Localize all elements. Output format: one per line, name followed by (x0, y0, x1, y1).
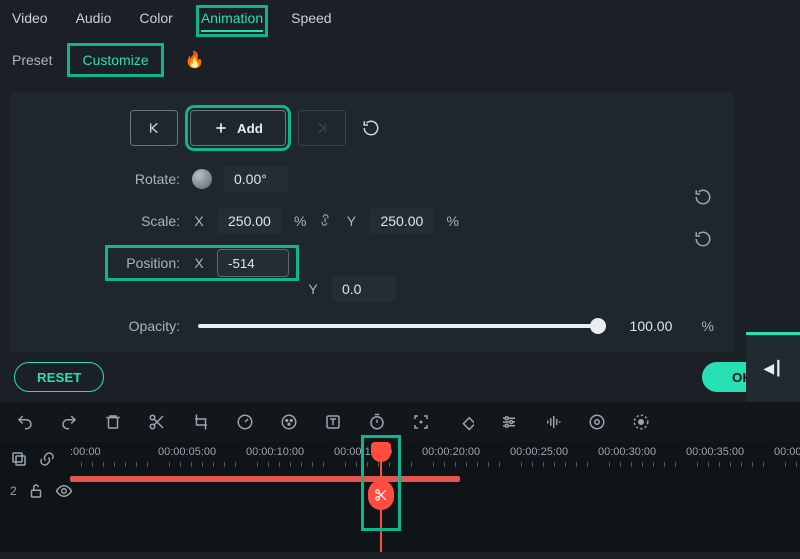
rotate-row: Rotate: 0.00° (110, 166, 714, 192)
copy-icon[interactable] (10, 450, 28, 468)
tab-speed[interactable]: Speed (291, 10, 331, 32)
crop-icon[interactable] (192, 413, 210, 431)
text-icon[interactable] (324, 413, 342, 431)
audio-icon[interactable] (544, 413, 562, 431)
opacity-row: Opacity: 100.00 % (110, 318, 714, 334)
tab-video[interactable]: Video (12, 10, 48, 32)
add-keyframe-button[interactable]: Add (190, 110, 286, 146)
animation-panel: Add Rotate: 0.00° Scale: X 250.00 % Y 25… (10, 92, 734, 352)
ruler-tick: 00:00:05:00 (158, 446, 216, 458)
property-tabs: Video Audio Color Animation Speed (0, 0, 800, 38)
opacity-slider[interactable] (198, 324, 604, 328)
collapse-left-icon: ◀┃ (763, 360, 782, 377)
lock-icon[interactable] (27, 482, 45, 500)
preset-label[interactable]: Preset (12, 52, 52, 68)
scale-y-label: Y (344, 213, 358, 229)
opacity-unit: % (702, 318, 714, 334)
timeline-toolbar (0, 402, 800, 442)
ruler-tick: 00:00:25:00 (510, 446, 568, 458)
next-keyframe-button[interactable] (298, 110, 346, 146)
rotate-label: Rotate: (110, 171, 180, 187)
ruler-tick: 00:00:20:00 (422, 446, 480, 458)
add-keyframe-label: Add (237, 121, 263, 136)
position-row: Position: X (110, 250, 294, 276)
position-y-row: Y 0.0 (306, 276, 714, 302)
animation-mode-row: Preset Customize 🔥 (0, 38, 800, 86)
scale-reset-icon[interactable] (694, 188, 712, 209)
focus-icon[interactable] (412, 413, 430, 431)
opacity-label: Opacity: (110, 318, 180, 334)
tab-audio[interactable]: Audio (76, 10, 112, 32)
position-label: Position: (110, 255, 180, 271)
position-y-label: Y (306, 281, 320, 297)
ruler-tick: 00:00:40 (774, 446, 800, 458)
keyframe-controls: Add (130, 110, 714, 146)
scale-x-unit: % (294, 213, 306, 229)
ruler-tick: :00:00 (70, 446, 101, 458)
scale-x-value[interactable]: 250.00 (218, 208, 282, 234)
speed-dial-icon[interactable] (236, 413, 254, 431)
keyframe-diamond-icon[interactable] (456, 413, 474, 431)
opacity-slider-thumb[interactable] (590, 318, 606, 334)
redo-icon[interactable] (60, 413, 78, 431)
position-reset-icon[interactable] (694, 230, 712, 251)
playhead-marker-icon[interactable] (371, 442, 391, 462)
adjust-icon[interactable] (500, 413, 518, 431)
timeline-ruler[interactable]: :00:0000:00:05:0000:00:10:0000:00:15:000… (70, 446, 800, 470)
position-y-value[interactable]: 0.0 (332, 276, 396, 302)
prev-keyframe-button[interactable] (130, 110, 178, 146)
customize-label[interactable]: Customize (72, 48, 158, 72)
clip-bar[interactable] (70, 476, 460, 482)
reset-button[interactable]: RESET (14, 362, 104, 392)
link-clip-icon[interactable] (38, 450, 56, 468)
delete-icon[interactable] (104, 413, 122, 431)
ruler-tick: 00:00:10:00 (246, 446, 304, 458)
scale-x-label: X (192, 213, 206, 229)
position-x-label: X (192, 255, 206, 271)
color-icon[interactable] (280, 413, 298, 431)
undo-icon[interactable] (16, 413, 34, 431)
split-at-playhead-icon[interactable] (368, 480, 394, 510)
ruler-tick: 00:00:35:00 (686, 446, 744, 458)
ruler-tick: 00:00:30:00 (598, 446, 656, 458)
record-icon[interactable] (632, 413, 650, 431)
timeline-left-controls: 2 (0, 442, 62, 552)
tab-animation[interactable]: Animation (201, 10, 263, 32)
opacity-value[interactable]: 100.00 (630, 318, 690, 334)
split-icon[interactable] (148, 413, 166, 431)
rotate-knob[interactable] (192, 169, 212, 189)
collapse-panel-button[interactable]: ◀┃ (746, 332, 800, 402)
scale-row: Scale: X 250.00 % Y 250.00 % (110, 208, 714, 234)
scale-y-unit: % (446, 213, 458, 229)
panel-action-row: RESET OK (0, 352, 800, 392)
playhead[interactable] (380, 442, 382, 552)
scale-y-value[interactable]: 250.00 (370, 208, 434, 234)
link-icon[interactable] (318, 211, 332, 232)
tab-color[interactable]: Color (139, 10, 172, 32)
timeline[interactable]: 2 :00:0000:00:05:0000:00:10:0000:00:15:0… (0, 442, 800, 552)
position-x-input[interactable] (218, 250, 288, 276)
rotate-value[interactable]: 0.00° (224, 166, 288, 192)
visibility-icon[interactable] (55, 482, 73, 500)
eye-icon[interactable] (588, 413, 606, 431)
track-number: 2 (10, 484, 17, 498)
keyframe-reset-icon[interactable] (358, 115, 384, 141)
timer-icon[interactable] (368, 413, 386, 431)
flame-icon: 🔥 (185, 50, 205, 70)
scale-label: Scale: (110, 213, 180, 229)
